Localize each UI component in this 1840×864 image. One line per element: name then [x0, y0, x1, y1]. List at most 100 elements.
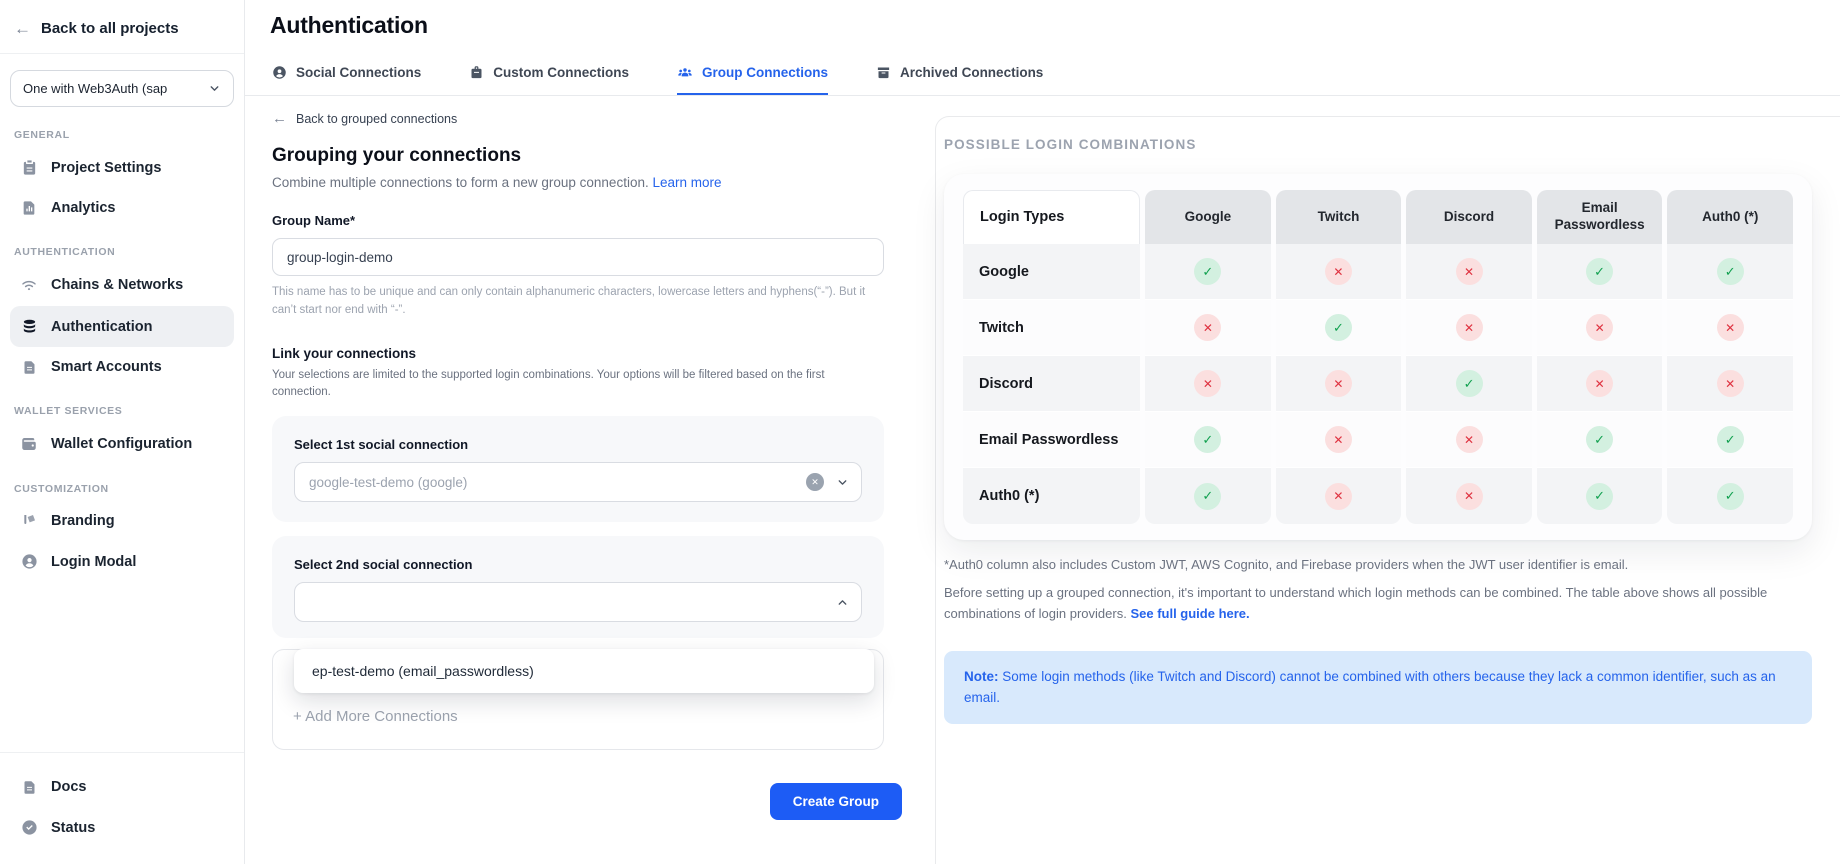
- clipboard-icon: [20, 159, 38, 176]
- chevron-down-icon: [208, 82, 221, 95]
- back-to-projects-link[interactable]: ← Back to all projects: [0, 0, 244, 54]
- sidebar-item-login-modal[interactable]: Login Modal: [10, 541, 234, 582]
- check-circle-icon: [20, 819, 38, 836]
- main-content: Authentication Social Connections Custom…: [245, 0, 1840, 864]
- sidebar-item-docs[interactable]: Docs: [10, 767, 234, 807]
- row-label: Twitch: [963, 300, 1140, 356]
- table-header-row: Login Types Google Twitch Discord Email …: [963, 190, 1793, 244]
- select2-label: Select 2nd social connection: [294, 557, 862, 572]
- tab-archived-connections[interactable]: Archived Connections: [876, 64, 1043, 95]
- back-to-grouped-connections-link[interactable]: ← Back to grouped connections: [272, 111, 884, 126]
- app-window: ← Back to all projects One with Web3Auth…: [0, 0, 1840, 864]
- row-label: Email Passwordless: [963, 412, 1140, 468]
- select2-options-popup: ep-test-demo (email_passwordless): [294, 649, 874, 693]
- select2-dropdown[interactable]: [294, 582, 862, 622]
- note-text: Some login methods (like Twitch and Disc…: [964, 669, 1776, 705]
- project-selector-value: One with Web3Auth (sap: [23, 81, 167, 96]
- auth0-footnote: *Auth0 column also includes Custom JWT, …: [944, 557, 1812, 572]
- tab-group-connections[interactable]: Group Connections: [677, 64, 828, 95]
- form-actions: Create Group: [272, 783, 902, 820]
- check-icon: ✓: [1717, 483, 1744, 510]
- combinations-title: POSSIBLE LOGIN COMBINATIONS: [944, 137, 1812, 152]
- sidebar-item-analytics[interactable]: Analytics: [10, 188, 234, 228]
- cross-icon: ✕: [1456, 483, 1483, 510]
- sidebar-item-authentication[interactable]: Authentication: [10, 306, 234, 347]
- row-label: Discord: [963, 356, 1140, 412]
- sidebar-item-label: Project Settings: [51, 160, 161, 176]
- group-name-input[interactable]: [272, 238, 884, 276]
- chevron-up-icon: [836, 596, 849, 609]
- sidebar-item-label: Chains & Networks: [51, 277, 183, 293]
- cross-icon: ✕: [1717, 370, 1744, 397]
- sidebar-item-label: Docs: [51, 779, 86, 795]
- archive-icon: [876, 65, 891, 80]
- link-connections-heading: Link your connections: [272, 346, 884, 361]
- back-to-projects-label: Back to all projects: [41, 20, 179, 37]
- tab-bar: Social Connections Custom Connections Gr…: [245, 64, 1840, 96]
- tab-social-connections[interactable]: Social Connections: [272, 64, 421, 95]
- check-icon: ✓: [1586, 483, 1613, 510]
- full-guide-link[interactable]: See full guide here.: [1130, 606, 1249, 621]
- sidebar-item-label: Analytics: [51, 200, 115, 216]
- select1-value: google-test-demo (google): [309, 475, 806, 490]
- check-icon: ✓: [1456, 370, 1483, 397]
- cross-icon: ✕: [1325, 370, 1352, 397]
- sidebar-item-wallet-configuration[interactable]: Wallet Configuration: [10, 423, 234, 465]
- note-label: Note:: [964, 669, 999, 684]
- project-selector[interactable]: One with Web3Auth (sap: [10, 70, 234, 107]
- dropdown-option[interactable]: ep-test-demo (email_passwordless): [294, 649, 874, 693]
- tab-label: Archived Connections: [900, 65, 1043, 80]
- group-name-help: This name has to be unique and can only …: [272, 284, 884, 320]
- chart-icon: [20, 200, 38, 216]
- column-header-login-types: Login Types: [963, 190, 1140, 244]
- form-heading: Grouping your connections: [272, 145, 884, 167]
- learn-more-link[interactable]: Learn more: [652, 175, 721, 190]
- table-row: Twitch✕✓✕✕✕: [963, 300, 1793, 356]
- select1-dropdown[interactable]: google-test-demo (google) ✕: [294, 462, 862, 502]
- sidebar-item-smart-accounts[interactable]: Smart Accounts: [10, 347, 234, 387]
- user-circle-icon: [20, 553, 38, 570]
- cross-icon: ✕: [1586, 314, 1613, 341]
- cross-icon: ✕: [1456, 426, 1483, 453]
- sidebar-item-label: Smart Accounts: [51, 359, 162, 375]
- cross-icon: ✕: [1456, 314, 1483, 341]
- row-label: Google: [963, 244, 1140, 300]
- sidebar-item-status[interactable]: Status: [10, 807, 234, 848]
- tab-custom-connections[interactable]: Custom Connections: [469, 64, 629, 95]
- create-group-button[interactable]: Create Group: [770, 783, 902, 820]
- add-more-connections-button[interactable]: + Add More Connections: [293, 708, 458, 725]
- briefcase-icon: [469, 65, 484, 80]
- tab-label: Group Connections: [702, 65, 828, 80]
- column-header: Email Passwordless: [1537, 190, 1663, 244]
- sidebar-item-project-settings[interactable]: Project Settings: [10, 147, 234, 188]
- group-name-label: Group Name*: [272, 213, 884, 228]
- tab-label: Custom Connections: [493, 65, 629, 80]
- sidebar-item-branding[interactable]: Branding: [10, 501, 234, 541]
- sidebar-item-label: Login Modal: [51, 554, 136, 570]
- section-label-wallet-services: WALLET SERVICES: [14, 405, 230, 417]
- section-label-authentication: AUTHENTICATION: [14, 246, 230, 258]
- page-title: Authentication: [270, 12, 428, 39]
- combinations-table-card: Login Types Google Twitch Discord Email …: [944, 174, 1812, 540]
- tab-label: Social Connections: [296, 65, 421, 80]
- check-icon: ✓: [1586, 426, 1613, 453]
- second-connection-card: Select 2nd social connection: [272, 536, 884, 638]
- table-row: Discord✕✕✓✕✕: [963, 356, 1793, 412]
- cross-icon: ✕: [1194, 370, 1221, 397]
- column-header: Twitch: [1276, 190, 1402, 244]
- users-group-icon: [677, 65, 693, 81]
- sidebar-nav: GENERAL Project Settings Analytics AUTHE…: [0, 111, 244, 582]
- column-header: Google: [1145, 190, 1271, 244]
- sidebar-item-chains-networks[interactable]: Chains & Networks: [10, 264, 234, 306]
- note-callout: Note: Some login methods (like Twitch an…: [944, 651, 1812, 725]
- check-icon: ✓: [1194, 258, 1221, 285]
- cross-icon: ✕: [1325, 258, 1352, 285]
- sidebar-item-label: Branding: [51, 513, 115, 529]
- column-header: Auth0 (*): [1667, 190, 1793, 244]
- check-icon: ✓: [1325, 314, 1352, 341]
- table-row: Auth0 (*)✓✕✕✓✓: [963, 468, 1793, 524]
- document-icon: [20, 360, 38, 375]
- wallet-icon: [20, 435, 38, 453]
- clear-selection-icon[interactable]: ✕: [806, 473, 824, 491]
- brush-icon: [20, 513, 38, 529]
